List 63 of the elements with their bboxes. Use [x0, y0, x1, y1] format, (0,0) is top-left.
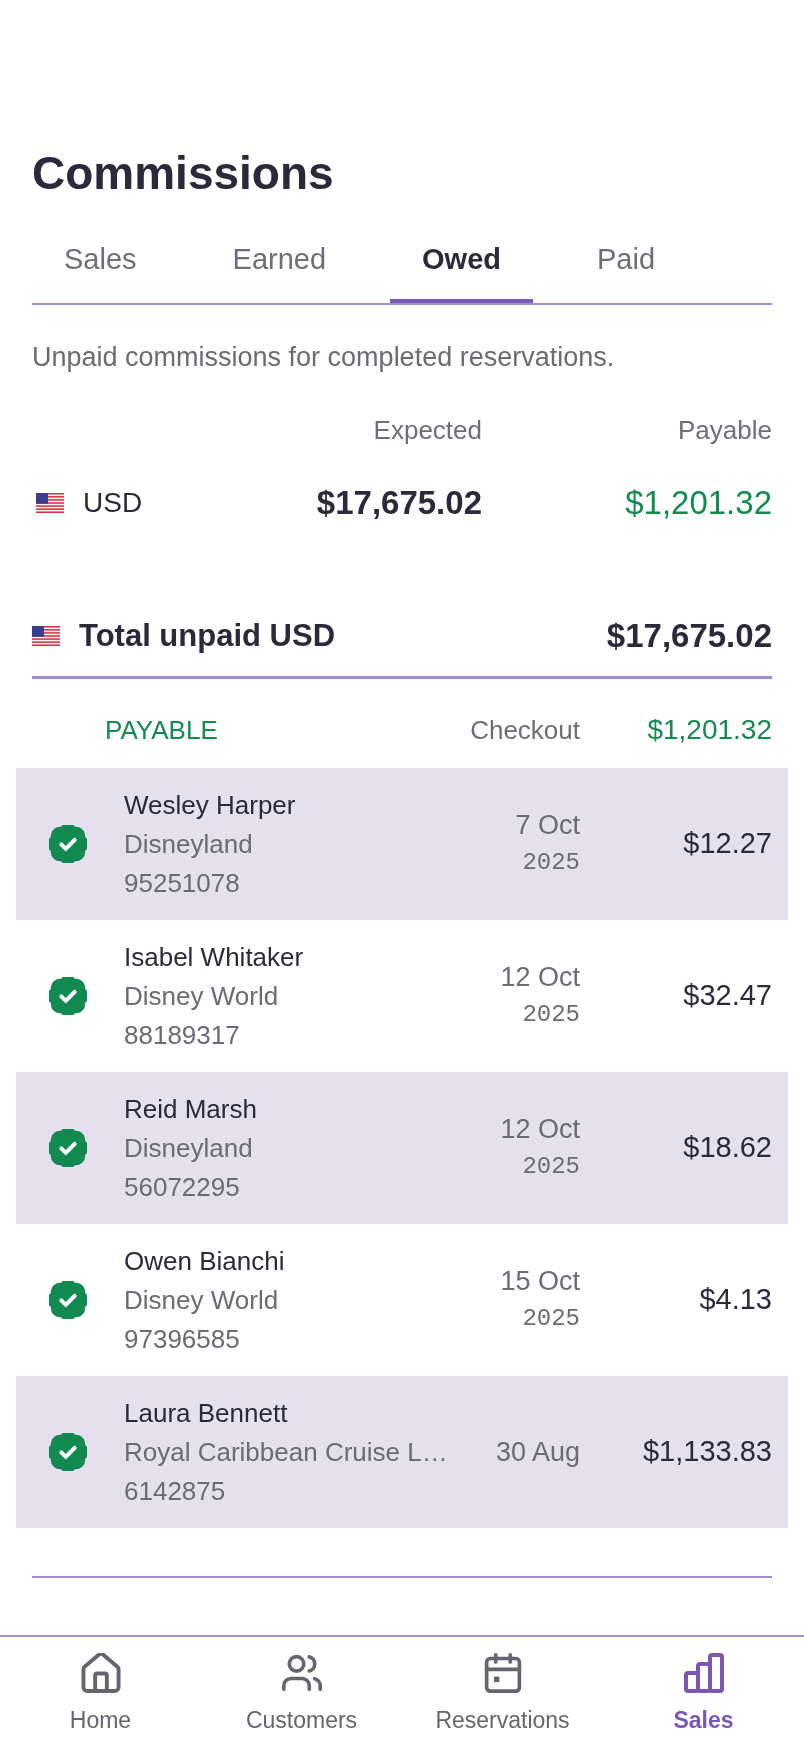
date-text: 30 Aug — [495, 1436, 580, 1469]
tab[interactable]: Earned — [200, 217, 359, 303]
expected-amount: $17,675.02 — [316, 483, 482, 523]
year-text: 2025 — [522, 1152, 580, 1182]
reservation-number: 6142875 — [124, 1474, 226, 1508]
customer-name: Reid Marsh — [124, 1092, 257, 1126]
reservation-number: 95251078 — [124, 866, 240, 900]
reservation-row[interactable]: Laura Bennett Royal Caribbean Cruise L… 6142875 30 Aug $1,133.83 — [16, 1376, 788, 1528]
date-text: 12 Oct — [500, 961, 580, 994]
commission-amount: $32.47 — [683, 978, 772, 1014]
total-amount: $17,675.02 — [606, 616, 772, 657]
customer-name: Wesley Harper — [124, 788, 296, 822]
page-title: Commissions — [32, 146, 334, 200]
payable-amount: $1,201.32 — [625, 483, 772, 523]
flag-icon — [36, 492, 64, 513]
tab[interactable]: Paid — [565, 217, 688, 303]
total-label: Total unpaid USD — [79, 616, 336, 655]
column-header: Payable — [678, 414, 772, 447]
customer-name: Owen Bianchi — [124, 1244, 285, 1278]
section-heading: PAYABLE — [105, 713, 218, 747]
check-badge-icon[interactable] — [49, 1281, 87, 1319]
payable-total: $1,201.32 — [646, 713, 772, 747]
commission-amount: $4.13 — [699, 1282, 772, 1318]
check-badge-icon[interactable] — [49, 825, 87, 863]
nav-tab[interactable]: Home — [0, 1637, 201, 1748]
currency-code: USD — [83, 485, 143, 520]
bar-chart-icon — [683, 1653, 724, 1693]
check-badge-icon[interactable] — [49, 977, 87, 1015]
date-text: 12 Oct — [500, 1113, 580, 1146]
column-header: Expected — [373, 414, 482, 447]
destination-text: Royal Caribbean Cruise L… — [124, 1435, 448, 1469]
flag-icon — [32, 626, 60, 646]
date-text: 7 Oct — [515, 809, 580, 842]
destination-text: Disneyland — [124, 827, 253, 861]
reservation-row[interactable]: Reid Marsh Disneyland 56072295 12 Oct 2025 $18.62 — [16, 1072, 788, 1224]
tab[interactable]: Sales — [32, 217, 169, 303]
check-badge-icon[interactable] — [49, 1433, 87, 1471]
destination-text: Disney World — [124, 979, 279, 1013]
check-badge-icon[interactable] — [49, 1129, 87, 1167]
home-icon — [80, 1653, 121, 1693]
tab[interactable]: Owed — [390, 217, 534, 303]
commission-amount: $1,133.83 — [643, 1434, 772, 1470]
nav-tab[interactable]: Sales — [603, 1637, 804, 1748]
reservation-number: 88189317 — [124, 1018, 240, 1052]
year-text: 2025 — [522, 848, 580, 878]
people-icon — [281, 1653, 322, 1693]
year-text: 2025 — [522, 1304, 580, 1334]
destination-text: Disney World — [124, 1283, 279, 1317]
checkout-button[interactable]: Checkout — [470, 710, 580, 750]
reservation-row[interactable]: Wesley Harper Disneyland 95251078 7 Oct 2025 $12.27 — [16, 768, 788, 920]
description-text: Unpaid commissions for completed reservations. — [32, 341, 615, 374]
reservation-number: 56072295 — [124, 1170, 240, 1204]
nav-tab[interactable]: Reservations — [402, 1637, 603, 1748]
commission-amount: $18.62 — [683, 1130, 772, 1166]
nav-tab[interactable]: Customers — [201, 1637, 402, 1748]
year-text: 2025 — [522, 1000, 580, 1030]
customer-name: Laura Bennett — [124, 1396, 288, 1430]
date-text: 15 Oct — [500, 1265, 580, 1298]
customer-name: Isabel Whitaker — [124, 940, 304, 974]
calendar-icon — [482, 1653, 523, 1693]
reservation-number: 97396585 — [124, 1322, 240, 1356]
commission-amount: $12.27 — [683, 826, 772, 862]
destination-text: Disneyland — [124, 1131, 253, 1165]
